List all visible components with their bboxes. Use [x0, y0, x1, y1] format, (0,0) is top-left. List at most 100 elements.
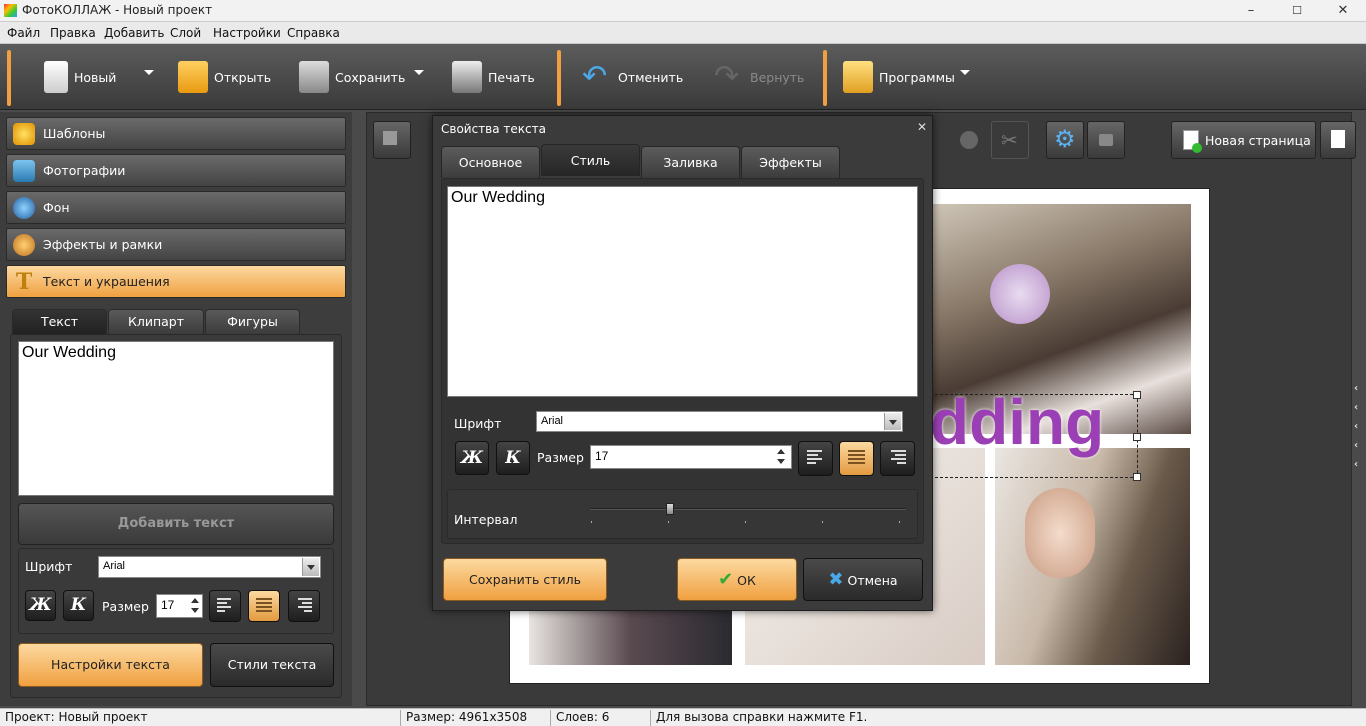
color-tool-button[interactable]: [950, 121, 988, 159]
lock-button[interactable]: [1087, 121, 1125, 159]
maximize-button[interactable]: ☐: [1274, 0, 1320, 22]
align-left-button[interactable]: [209, 590, 241, 622]
print-button[interactable]: Печать: [452, 54, 535, 100]
undo-button[interactable]: ↶ Отменить: [582, 54, 683, 100]
programs-button[interactable]: Программы: [843, 54, 955, 100]
stepper-up-icon[interactable]: [191, 598, 199, 603]
dialog-text-input[interactable]: Our Wedding: [447, 186, 918, 397]
dialog-bold-button[interactable]: Ж: [455, 441, 489, 475]
collapse-chevron-icon[interactable]: ‹: [1354, 440, 1358, 451]
photo-icon: [13, 159, 35, 182]
menu-add[interactable]: Добавить: [104, 26, 164, 40]
minimize-button[interactable]: –: [1228, 0, 1274, 22]
dialog-title: Свойства текста: [441, 122, 546, 136]
dialog-align-right-button[interactable]: [880, 441, 915, 476]
stepper-down-icon[interactable]: [777, 459, 785, 464]
interval-box: [447, 489, 918, 539]
bold-button[interactable]: Ж: [25, 590, 56, 621]
settings-button[interactable]: ⚙: [1046, 121, 1084, 159]
align-right-button[interactable]: [288, 590, 320, 622]
stepper-up-icon[interactable]: [777, 449, 785, 454]
new-page-button[interactable]: Новая страница: [1171, 121, 1316, 159]
menu-help[interactable]: Справка: [287, 26, 340, 40]
folder-icon: [178, 61, 208, 93]
new-button[interactable]: Новый: [44, 54, 116, 100]
dialog-tab-effects[interactable]: Эффекты: [741, 146, 840, 178]
collapse-chevron-icon[interactable]: ‹: [1354, 383, 1358, 394]
menu-edit[interactable]: Правка: [50, 26, 96, 40]
collapse-chevron-icon[interactable]: ‹: [1354, 402, 1358, 413]
text-input[interactable]: Our Wedding: [18, 341, 334, 496]
tab-clipart[interactable]: Клипарт: [108, 309, 204, 334]
open-label: Открыть: [214, 69, 272, 85]
text-settings-button[interactable]: Настройки текста: [18, 643, 203, 687]
dialog-tab-main[interactable]: Основное: [441, 146, 540, 178]
menu-file[interactable]: Файл: [7, 26, 40, 40]
programs-dropdown-arrow[interactable]: [960, 70, 970, 75]
align-center-button[interactable]: [248, 590, 280, 622]
interval-slider-thumb[interactable]: [666, 503, 674, 515]
dialog-close-button[interactable]: ✕: [917, 120, 927, 134]
redo-arrow-icon: ↷: [714, 59, 740, 94]
redo-button[interactable]: ↷ Вернуть: [714, 54, 804, 100]
status-layers-label: Слоев:: [556, 710, 598, 724]
toolbar-separator: [557, 50, 561, 106]
dialog-font-select[interactable]: Arial: [536, 411, 903, 432]
section-templates[interactable]: Шаблоны: [6, 117, 346, 150]
printer-icon: [452, 61, 482, 93]
text-styles-button[interactable]: Стили текста: [210, 643, 334, 687]
interval-slider-track[interactable]: [590, 508, 906, 510]
page-settings-button[interactable]: [1320, 121, 1356, 159]
new-dropdown-arrow[interactable]: [144, 70, 154, 75]
dialog-size-value: 17: [595, 449, 609, 463]
layer-back-button[interactable]: [373, 121, 411, 159]
resize-handle[interactable]: [1133, 433, 1141, 441]
size-stepper[interactable]: 17: [156, 594, 203, 618]
save-label: Сохранить: [335, 69, 406, 85]
crop-tool-button[interactable]: ✂: [991, 121, 1029, 159]
open-button[interactable]: Открыть: [178, 54, 271, 100]
save-dropdown-arrow[interactable]: [414, 70, 424, 75]
collapse-chevron-icon[interactable]: ‹: [1354, 421, 1358, 432]
save-style-button[interactable]: Сохранить стиль: [443, 558, 607, 601]
stepper-down-icon[interactable]: [191, 608, 199, 613]
palette-icon: [13, 233, 35, 256]
collapse-chevron-icon[interactable]: ‹: [1354, 459, 1358, 470]
wedding-photo-kiss[interactable]: [995, 448, 1190, 665]
cancel-button[interactable]: ✖ Отмена: [803, 558, 923, 601]
scissors-icon: ✂: [1001, 128, 1018, 152]
menu-layer[interactable]: Слой: [170, 26, 201, 40]
text-selection-frame[interactable]: [930, 391, 1141, 481]
layers-icon: [383, 131, 397, 145]
add-text-button[interactable]: Добавить текст: [18, 503, 334, 545]
resize-handle[interactable]: [1133, 473, 1141, 481]
face-shape: [1025, 488, 1095, 578]
dialog-tab-style[interactable]: Стиль: [541, 144, 640, 176]
bouquet-shape: [990, 264, 1050, 324]
lock-icon: [1099, 134, 1113, 146]
tab-text[interactable]: Текст: [12, 309, 107, 334]
ok-button[interactable]: ✔ ОК: [677, 558, 797, 601]
section-effects-frames[interactable]: Эффекты и рамки: [6, 228, 346, 261]
close-window-button[interactable]: ✕: [1320, 0, 1366, 22]
font-select[interactable]: Arial: [98, 556, 321, 578]
section-photos[interactable]: Фотографии: [6, 154, 346, 187]
new-document-icon: [44, 61, 68, 93]
save-button[interactable]: Сохранить: [299, 54, 405, 100]
undo-label: Отменить: [618, 69, 684, 85]
tab-shapes[interactable]: Фигуры: [205, 309, 300, 334]
dialog-italic-button[interactable]: К: [496, 441, 530, 475]
dialog-align-center-button[interactable]: [839, 441, 874, 476]
gear-icon: ⚙: [1054, 125, 1076, 153]
section-text-decor[interactable]: T Текст и украшения: [6, 265, 346, 298]
dialog-size-stepper[interactable]: 17: [590, 445, 792, 469]
resize-handle[interactable]: [1133, 391, 1141, 399]
redo-label: Вернуть: [750, 69, 805, 85]
section-background[interactable]: Фон: [6, 191, 346, 224]
dialog-tab-fill[interactable]: Заливка: [641, 146, 740, 178]
menu-settings[interactable]: Настройки: [213, 26, 281, 40]
undo-arrow-icon: ↶: [582, 59, 608, 94]
italic-button[interactable]: К: [63, 590, 94, 621]
section-photos-label: Фотографии: [43, 163, 126, 178]
dialog-align-left-button[interactable]: [798, 441, 833, 476]
